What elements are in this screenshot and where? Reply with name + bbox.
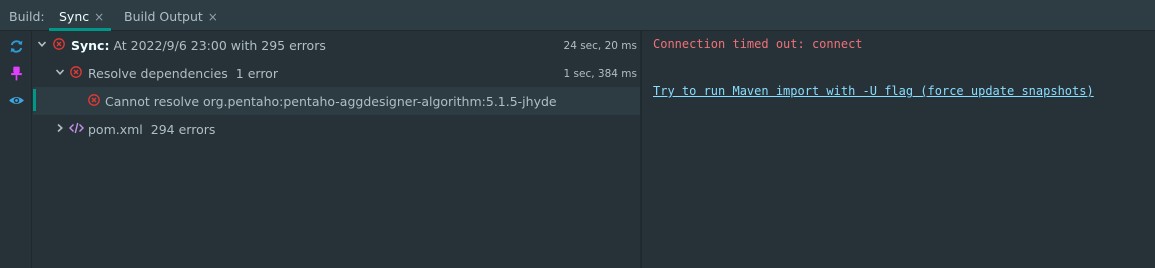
xml-file-icon (69, 122, 84, 134)
tree-row-resolve-dependencies[interactable]: Resolve dependencies 1 error 1 sec, 384 m… (33, 59, 640, 87)
tab-sync[interactable]: Sync × (49, 0, 111, 31)
sync-tree: Sync: At 2022/9/6 23:00 with 295 errors … (33, 31, 640, 268)
sync-summary: At 2022/9/6 23:00 with 295 errors (109, 38, 326, 53)
tab-sync-label: Sync (59, 9, 90, 24)
console-error-message: Connection timed out: connect (653, 37, 863, 51)
left-toolbar (0, 31, 32, 268)
maven-force-update-link[interactable]: Try to run Maven import with -U flag (fo… (653, 84, 1094, 98)
tab-build-output-close-icon[interactable]: × (208, 10, 218, 24)
chevron-right-icon[interactable] (55, 123, 65, 133)
sync-icon[interactable] (8, 38, 25, 55)
cannot-resolve-label: Cannot resolve org.pentaho:pentaho-aggde… (105, 94, 557, 109)
resolve-title: Resolve dependencies (88, 66, 228, 81)
eye-icon[interactable] (8, 92, 25, 109)
error-icon (88, 94, 100, 106)
chevron-down-icon[interactable] (37, 39, 47, 49)
tab-build-output-label: Build Output (124, 9, 203, 24)
sync-title: Sync: (71, 38, 110, 53)
tab-bar: Build: Sync × Build Output × (0, 0, 1155, 31)
build-tool-window: Build: Sync × Build Output × Sync: At 20… (0, 0, 1155, 268)
resolve-error-count: 1 error (235, 66, 278, 81)
pin-icon[interactable] (8, 65, 25, 82)
error-icon (53, 38, 65, 50)
chevron-down-icon[interactable] (55, 67, 65, 77)
tree-row-label: Resolve dependencies 1 error (88, 66, 278, 81)
tree-row-label: pom.xml 294 errors (88, 122, 215, 137)
row-duration: 1 sec, 384 ms (563, 68, 637, 80)
tree-row-label: Sync: At 2022/9/6 23:00 with 295 errors (71, 38, 326, 53)
tool-window-title: Build: (9, 9, 45, 24)
selection-indicator (33, 89, 36, 111)
pom-title: pom.xml (88, 122, 143, 137)
tree-row-cannot-resolve[interactable]: Cannot resolve org.pentaho:pentaho-aggde… (33, 87, 640, 115)
console-output: Connection timed out: connect Try to run… (642, 31, 1155, 268)
tab-build-output[interactable]: Build Output × (114, 0, 224, 31)
error-icon (70, 66, 82, 78)
tab-sync-close-icon[interactable]: × (94, 10, 104, 24)
row-duration: 24 sec, 20 ms (563, 40, 637, 52)
tree-row-sync[interactable]: Sync: At 2022/9/6 23:00 with 295 errors … (33, 31, 640, 59)
pom-error-count: 294 errors (150, 122, 216, 137)
tree-row-pom-xml[interactable]: pom.xml 294 errors (33, 115, 640, 143)
